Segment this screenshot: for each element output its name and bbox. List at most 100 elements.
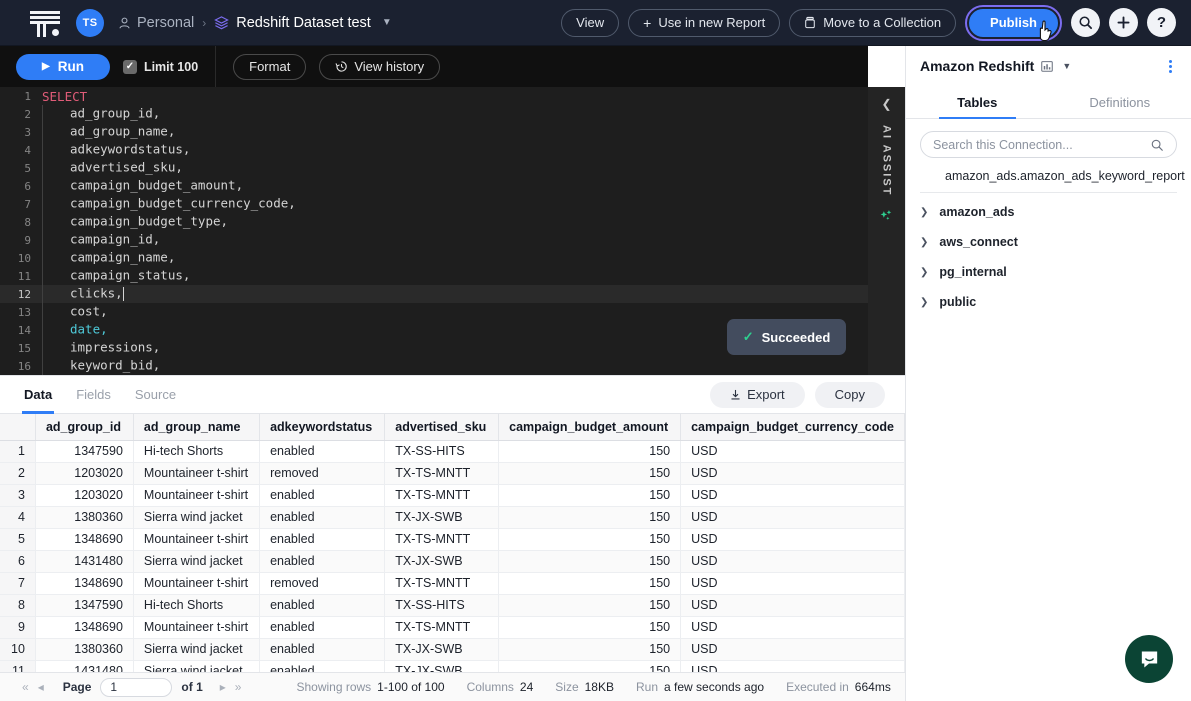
- schema-item-aws-connect[interactable]: ❯aws_connect: [906, 231, 1191, 253]
- breadcrumb: Personal › Redshift Dataset test ▼: [118, 15, 392, 31]
- app-logo[interactable]: [28, 8, 62, 38]
- chevron-left-icon[interactable]: ❮: [881, 97, 891, 111]
- executed-in-value: 664ms: [855, 680, 891, 694]
- connection-search[interactable]: [920, 131, 1177, 158]
- col-header-adkeywordstatus[interactable]: adkeywordstatus: [260, 414, 385, 440]
- sql-line[interactable]: 16keyword_bid,: [0, 357, 868, 375]
- publish-button[interactable]: Publish: [969, 9, 1058, 37]
- ai-assist-rail[interactable]: ❮ AI ASSIST: [868, 87, 905, 375]
- collection-icon: [804, 16, 816, 29]
- table-row[interactable]: 101380360Sierra wind jacketenabledTX-JX-…: [0, 638, 905, 660]
- publish-button-focus-ring: Publish: [965, 5, 1062, 41]
- cell-adkeywordstatus: enabled: [260, 550, 385, 572]
- tab-data[interactable]: Data: [12, 376, 64, 414]
- schema-item-amazon-ads[interactable]: ❯amazon_ads: [906, 201, 1191, 223]
- sql-line[interactable]: 4adkeywordstatus,: [0, 141, 868, 159]
- results-tabs: Data Fields Source Export Copy: [0, 376, 905, 414]
- cell-campaign-budget-amount: 150: [499, 594, 681, 616]
- sql-line[interactable]: 5advertised_sku,: [0, 159, 868, 177]
- sql-line[interactable]: 1SELECT: [0, 87, 868, 105]
- cell-adkeywordstatus: enabled: [260, 484, 385, 506]
- export-button[interactable]: Export: [710, 382, 805, 408]
- chevron-right-icon[interactable]: ❯: [920, 297, 928, 308]
- tab-definitions[interactable]: Definitions: [1049, 86, 1191, 118]
- col-header-ad-group-id[interactable]: ad_group_id: [35, 414, 133, 440]
- sql-line-text: ad_group_id,: [42, 105, 160, 123]
- col-header-advertised-sku[interactable]: advertised_sku: [385, 414, 499, 440]
- sql-line[interactable]: 2ad_group_id,: [0, 105, 868, 123]
- table-row[interactable]: 71348690Mountaineer t-shirtremovedTX-TS-…: [0, 572, 905, 594]
- breadcrumb-dataset[interactable]: Redshift Dataset test: [214, 15, 371, 31]
- table-row[interactable]: 91348690Mountaineer t-shirtenabledTX-TS-…: [0, 616, 905, 638]
- sql-line[interactable]: 3ad_group_name,: [0, 123, 868, 141]
- chevron-right-icon[interactable]: ❯: [920, 207, 928, 218]
- cell-adkeywordstatus: enabled: [260, 616, 385, 638]
- columns-label: Columns: [467, 680, 514, 694]
- last-page-icon[interactable]: »: [235, 680, 242, 694]
- chat-widget-button[interactable]: [1125, 635, 1173, 683]
- tab-source[interactable]: Source: [123, 376, 188, 414]
- table-row[interactable]: 81347590Hi-tech ShortsenabledTX-SS-HITS1…: [0, 594, 905, 616]
- add-button[interactable]: [1109, 8, 1138, 37]
- sql-line[interactable]: 10campaign_name,: [0, 249, 868, 267]
- copy-button[interactable]: Copy: [815, 382, 885, 408]
- col-header-ad-group-name[interactable]: ad_group_name: [133, 414, 259, 440]
- view-history-label: View history: [354, 59, 424, 74]
- table-row[interactable]: 41380360Sierra wind jacketenabledTX-JX-S…: [0, 506, 905, 528]
- status-toast-label: Succeeded: [762, 330, 831, 345]
- indent-guide: [42, 141, 70, 159]
- connection-kebab-menu[interactable]: [1163, 60, 1177, 73]
- user-avatar[interactable]: TS: [76, 9, 104, 37]
- prev-page-icon[interactable]: ◂: [38, 680, 44, 694]
- view-button[interactable]: View: [561, 9, 619, 37]
- run-label: Run: [636, 680, 658, 694]
- table-row[interactable]: 21203020Mountaineer t-shirtremovedTX-TS-…: [0, 462, 905, 484]
- status-toast: ✓ Succeeded: [727, 319, 846, 355]
- tab-fields[interactable]: Fields: [64, 376, 123, 414]
- table-row[interactable]: 61431480Sierra wind jacketenabledTX-JX-S…: [0, 550, 905, 572]
- first-page-icon[interactable]: «: [22, 680, 29, 694]
- dataset-icon: [214, 15, 229, 30]
- search-button[interactable]: [1071, 8, 1100, 37]
- tab-tables[interactable]: Tables: [906, 86, 1049, 118]
- chevron-right-icon[interactable]: ❯: [920, 237, 928, 248]
- sql-line[interactable]: 7campaign_budget_currency_code,: [0, 195, 868, 213]
- table-row[interactable]: 51348690Mountaineer t-shirtenabledTX-TS-…: [0, 528, 905, 550]
- pinned-table-item[interactable]: amazon_ads.amazon_ads_keyword_report: [920, 169, 1177, 183]
- results-table-scroll[interactable]: ad_group_id ad_group_name adkeywordstatu…: [0, 414, 905, 673]
- limit-checkbox[interactable]: ✓: [123, 60, 137, 74]
- cell-ad-group-id: 1348690: [35, 616, 133, 638]
- breadcrumb-personal[interactable]: Personal: [118, 15, 194, 31]
- limit-toggle[interactable]: ✓ Limit 100: [123, 60, 198, 74]
- columns-value: 24: [520, 680, 533, 694]
- table-row[interactable]: 11347590Hi-tech ShortsenabledTX-SS-HITS1…: [0, 440, 905, 462]
- table-row[interactable]: 31203020Mountaineer t-shirtenabledTX-TS-…: [0, 484, 905, 506]
- chevron-down-icon[interactable]: ▼: [1062, 61, 1071, 71]
- sql-line[interactable]: 9campaign_id,: [0, 231, 868, 249]
- connection-search-input[interactable]: [933, 138, 1150, 152]
- schema-item-public[interactable]: ❯ public: [906, 291, 1191, 313]
- sql-line[interactable]: 8campaign_budget_type,: [0, 213, 868, 231]
- help-button[interactable]: ?: [1147, 8, 1176, 37]
- format-button[interactable]: Format: [233, 54, 306, 80]
- schema-item-pg-internal[interactable]: ❯pg_internal: [906, 261, 1191, 283]
- sql-line[interactable]: 12clicks,: [0, 285, 868, 303]
- view-history-button[interactable]: View history: [319, 54, 440, 80]
- indent-guide: [42, 267, 70, 285]
- page-input[interactable]: [100, 678, 172, 697]
- sql-line[interactable]: 6campaign_budget_amount,: [0, 177, 868, 195]
- col-header-campaign-budget-currency-code[interactable]: campaign_budget_currency_code: [681, 414, 905, 440]
- chevron-down-icon[interactable]: ▼: [382, 17, 392, 28]
- run-button[interactable]: ▶ Run: [16, 54, 110, 80]
- chevron-right-icon[interactable]: ❯: [920, 267, 928, 278]
- use-in-new-report-button[interactable]: + Use in new Report: [628, 9, 780, 37]
- col-header-campaign-budget-amount[interactable]: campaign_budget_amount: [499, 414, 681, 440]
- cell-ad-group-name: Mountaineer t-shirt: [133, 616, 259, 638]
- sql-line-number: 1: [0, 90, 42, 103]
- tab-fields-label: Fields: [76, 387, 111, 402]
- move-to-collection-button[interactable]: Move to a Collection: [789, 9, 956, 37]
- next-page-icon[interactable]: ▸: [220, 680, 226, 694]
- sql-line[interactable]: 11campaign_status,: [0, 267, 868, 285]
- schema-item-label: public: [939, 295, 976, 309]
- cell-adkeywordstatus: removed: [260, 572, 385, 594]
